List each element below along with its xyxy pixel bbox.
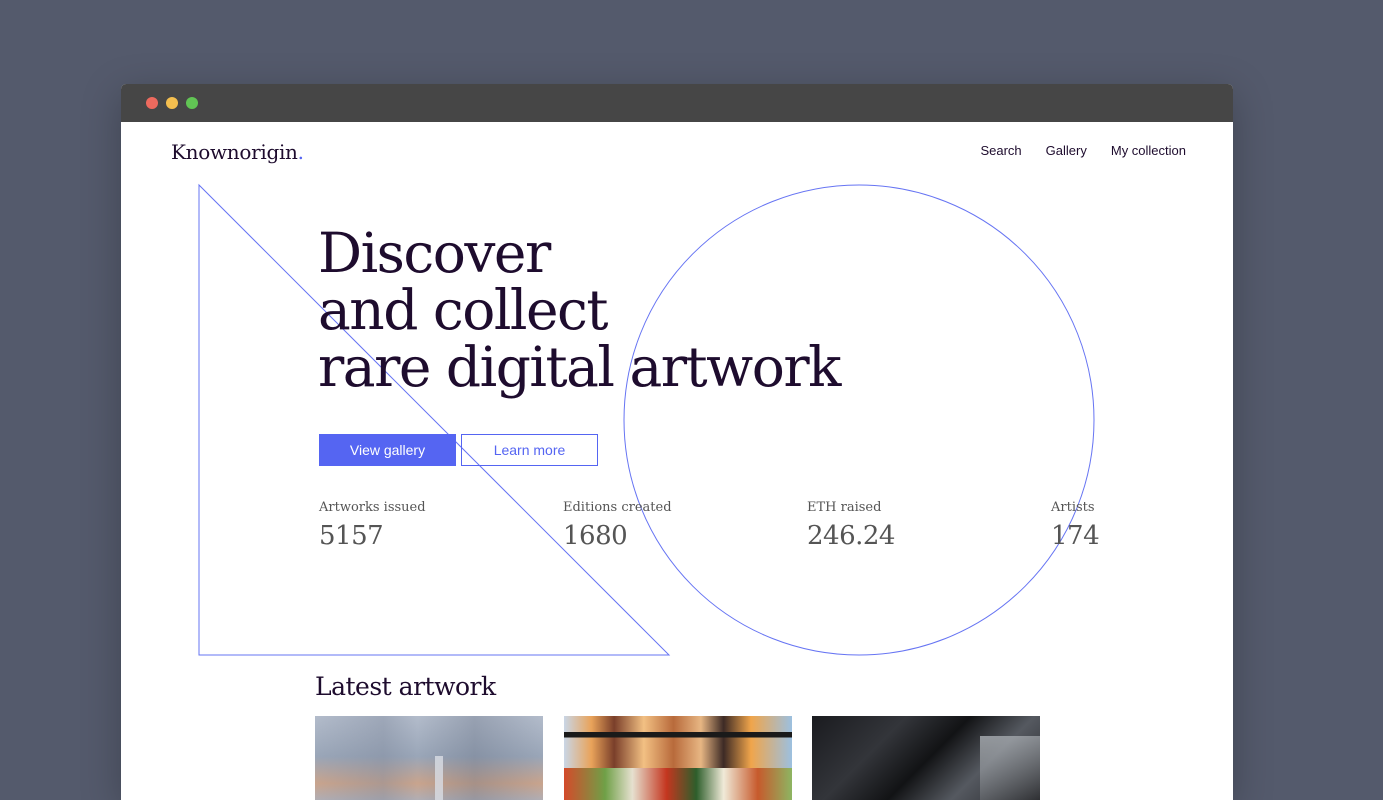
stat-label: ETH raised	[807, 500, 882, 515]
stat-artworks-issued: Artworks issued 5157	[319, 500, 426, 551]
hero-line-2: and collect	[318, 278, 608, 342]
stat-value: 1680	[563, 521, 628, 551]
close-dot-icon[interactable]	[146, 97, 158, 109]
brand-dot: .	[297, 140, 304, 164]
stat-eth-raised: ETH raised 246.24	[807, 500, 895, 551]
brand-logo[interactable]: Knownorigin.	[171, 140, 304, 164]
artwork-thumbnail[interactable]	[315, 716, 543, 800]
hero-line-1: Discover	[318, 221, 551, 285]
brand-name: Knownorigin	[171, 140, 298, 164]
stat-editions-created: Editions created 1680	[563, 500, 672, 551]
page-content: Knownorigin. Search Gallery My collectio…	[121, 122, 1233, 800]
window-title-bar	[121, 84, 1233, 122]
artwork-thumbnail[interactable]	[812, 716, 1040, 800]
decorative-shapes	[198, 183, 1095, 656]
hero-line-3: rare digital artwork	[318, 335, 841, 399]
stat-label: Artists	[1051, 500, 1095, 515]
stat-label: Artworks issued	[319, 500, 426, 515]
stat-value: 174	[1051, 521, 1100, 551]
hero-headline: Discover and collect rare digital artwor…	[318, 221, 841, 399]
maximize-dot-icon[interactable]	[186, 97, 198, 109]
top-nav: Search Gallery My collection	[980, 143, 1186, 158]
artwork-thumbnail[interactable]	[564, 716, 792, 800]
nav-my-collection-link[interactable]: My collection	[1111, 143, 1186, 158]
stat-artists: Artists 174	[1051, 500, 1100, 551]
stat-label: Editions created	[563, 500, 672, 515]
minimize-dot-icon[interactable]	[166, 97, 178, 109]
browser-window: Knownorigin. Search Gallery My collectio…	[121, 84, 1233, 800]
nav-gallery-link[interactable]: Gallery	[1046, 143, 1087, 158]
nav-search-link[interactable]: Search	[980, 143, 1021, 158]
view-gallery-button[interactable]: View gallery	[319, 434, 456, 466]
stat-value: 5157	[319, 521, 384, 551]
stat-value: 246.24	[807, 521, 895, 551]
latest-artwork-heading: Latest artwork	[315, 672, 496, 701]
learn-more-button[interactable]: Learn more	[461, 434, 598, 466]
